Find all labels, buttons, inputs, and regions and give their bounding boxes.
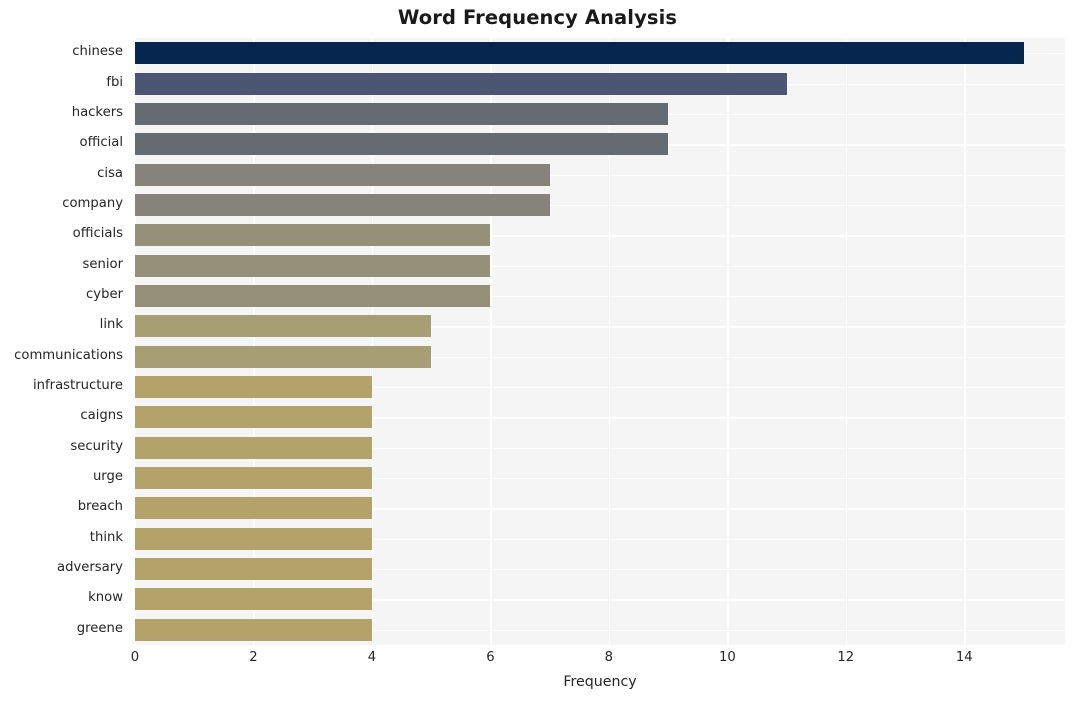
plot-area xyxy=(135,38,1065,645)
gridline-vertical xyxy=(371,38,374,645)
x-axis-tick-label: 2 xyxy=(249,650,258,665)
bar xyxy=(135,588,372,611)
chart-title: Word Frequency Analysis xyxy=(397,6,678,29)
bar xyxy=(135,497,372,520)
y-axis-tick-label: communications xyxy=(14,347,123,363)
y-axis-tick-labels: chinese fbi hackers official cisa company offi… xyxy=(0,38,129,645)
gridline-vertical xyxy=(608,38,611,645)
y-axis-tick-label: officials xyxy=(72,226,123,242)
bar xyxy=(135,193,550,216)
bar xyxy=(135,406,372,429)
y-axis-tick-label: greene xyxy=(76,620,123,636)
gridline-vertical xyxy=(253,38,255,645)
y-axis-tick-label: company xyxy=(62,195,123,211)
bar xyxy=(135,467,372,490)
bar xyxy=(135,315,432,338)
x-axis-tick-labels: 0 2 4 6 8 10 12 14 xyxy=(131,650,1065,672)
bar xyxy=(135,527,372,550)
bar xyxy=(135,436,372,459)
y-axis-tick-label: adversary xyxy=(57,560,123,576)
bar xyxy=(135,558,372,581)
y-axis-tick-label: breach xyxy=(77,499,123,515)
y-axis-tick-label: cyber xyxy=(86,286,123,302)
bar xyxy=(135,345,432,368)
y-axis-tick-label: link xyxy=(99,317,123,333)
x-axis-label: Frequency xyxy=(563,674,637,690)
x-axis-tick-label: 14 xyxy=(955,650,973,665)
bar xyxy=(135,284,491,307)
y-axis-tick-label: chinese xyxy=(72,44,123,60)
chart-figure: Word Frequency Analysis chinese fbi hacker… xyxy=(0,0,1075,701)
y-axis-tick-label: cisa xyxy=(97,165,123,181)
bar xyxy=(135,72,787,95)
gridline-vertical xyxy=(490,38,492,645)
x-axis-tick-label: 0 xyxy=(130,650,140,665)
y-axis-tick-label: infrastructure xyxy=(32,378,123,394)
y-axis-tick-label: urge xyxy=(92,469,123,485)
gridline-vertical xyxy=(135,38,137,645)
x-axis-tick-label: 4 xyxy=(367,650,377,665)
y-axis-tick-label: think xyxy=(89,529,123,545)
bar xyxy=(135,133,669,156)
gridline-vertical xyxy=(964,38,966,645)
y-axis-tick-label: official xyxy=(79,135,123,151)
x-axis-tick-label: 8 xyxy=(604,650,614,665)
x-axis-tick-label: 10 xyxy=(718,650,736,665)
x-axis-tick-label: 6 xyxy=(486,650,495,665)
bar xyxy=(135,42,1024,65)
bar xyxy=(135,224,491,247)
bar xyxy=(135,618,372,641)
gridline-vertical xyxy=(845,38,848,645)
bar xyxy=(135,163,550,186)
bar xyxy=(135,254,491,277)
bar xyxy=(135,376,372,399)
x-axis-tick-label: 12 xyxy=(837,650,855,665)
y-axis-tick-label: fbi xyxy=(106,74,123,90)
bar xyxy=(135,102,669,125)
y-axis-tick-label: hackers xyxy=(71,104,123,120)
gridline-vertical xyxy=(727,38,729,645)
y-axis-tick-label: senior xyxy=(82,256,124,272)
y-axis-tick-label: know xyxy=(88,590,123,606)
y-axis-tick-label: security xyxy=(70,438,123,454)
y-axis-tick-label: caigns xyxy=(80,408,123,424)
